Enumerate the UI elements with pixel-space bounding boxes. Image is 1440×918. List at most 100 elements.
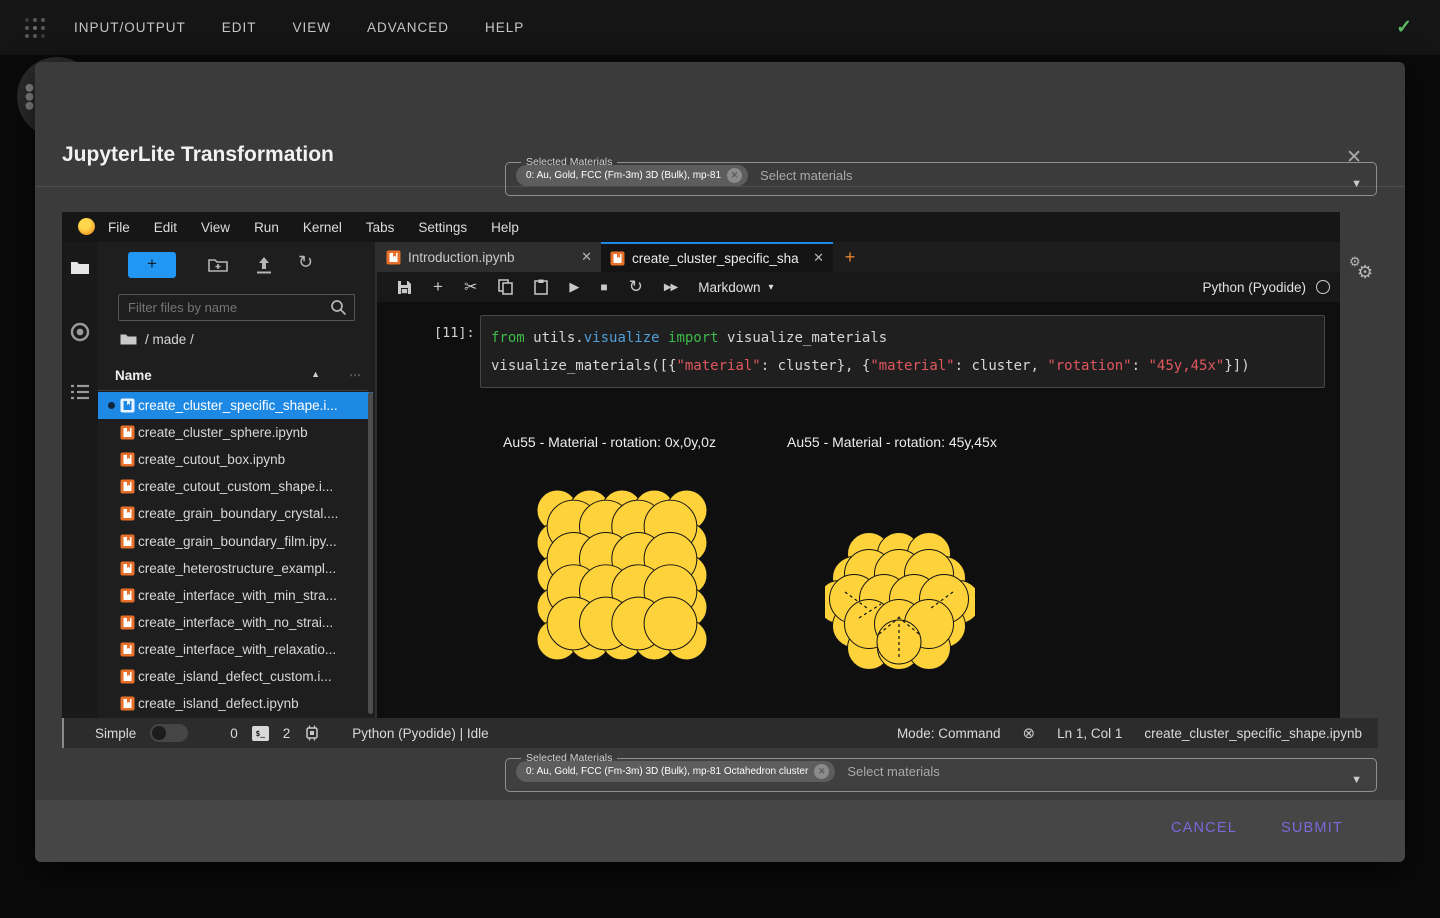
restart-run-all-icon[interactable]: ▶▶ (664, 282, 677, 293)
cell-type-select[interactable]: Markdown ▾ (698, 280, 773, 295)
notebook-file-icon (120, 561, 135, 576)
file-row[interactable]: create_grain_boundary_crystal.... (98, 500, 373, 527)
submit-button[interactable]: SUBMIT (1281, 820, 1343, 836)
add-cell-icon[interactable]: + (433, 277, 443, 297)
code-token: utils. (525, 330, 584, 346)
file-row[interactable]: create_island_defect.ipynb (98, 690, 373, 717)
file-name: create_island_defect_custom.i... (138, 669, 332, 684)
refresh-icon[interactable]: ↻ (298, 252, 313, 273)
chip-delete-icon[interactable]: ✕ (814, 764, 829, 779)
sort-caret-icon[interactable]: ▲ (311, 369, 320, 379)
header-more-icon[interactable]: ⋯ (349, 368, 362, 382)
menu-input-output[interactable]: INPUT/OUTPUT (74, 20, 186, 35)
output-materials-field[interactable]: Selected Materials 0: Au, Gold, FCC (Fm-… (505, 752, 1377, 792)
kernel-chip-icon (304, 725, 320, 741)
simple-mode-toggle[interactable] (150, 724, 188, 742)
running-dot-icon (108, 402, 115, 409)
filebrowser-scrollbar[interactable] (368, 392, 373, 714)
jl-menu-edit[interactable]: Edit (154, 220, 177, 235)
file-list-header[interactable]: Name ▲ ⋯ (98, 364, 368, 391)
file-row[interactable]: create_island_defect_custom.i... (98, 663, 373, 690)
kernels-count[interactable]: 2 (283, 726, 291, 741)
simple-mode-label: Simple (95, 726, 136, 741)
new-folder-icon[interactable] (208, 255, 228, 275)
file-row[interactable]: create_cutout_custom_shape.i... (98, 473, 373, 500)
file-row[interactable]: create_cutout_box.ipynb (98, 446, 373, 473)
sidebar-tab-strip (62, 242, 98, 718)
file-row[interactable]: create_grain_boundary_film.ipy... (98, 527, 373, 554)
notebook-file-icon (120, 534, 135, 549)
code-cell[interactable]: from utils.visualize import visualize_ma… (480, 315, 1325, 388)
kernel-name[interactable]: Python (Pyodide) (1202, 280, 1306, 295)
breadcrumb[interactable]: / made / (120, 332, 194, 347)
run-cell-icon[interactable]: ▶ (569, 279, 579, 295)
input-materials-field[interactable]: Selected Materials 0: Au, Gold, FCC (Fm-… (505, 156, 1377, 196)
breadcrumb-path: / made / (145, 332, 194, 347)
filter-files-input[interactable] (118, 294, 355, 321)
paste-cell-icon[interactable] (534, 279, 548, 295)
notebook-content[interactable]: [11]: from utils.visualize import visual… (377, 302, 1340, 718)
file-name: create_interface_with_relaxatio... (138, 642, 336, 657)
terminals-count[interactable]: 0 (230, 726, 238, 741)
au55-cluster-rotated-view (825, 528, 975, 670)
upload-icon[interactable] (255, 255, 273, 275)
jl-menu-settings[interactable]: Settings (418, 220, 467, 235)
file-name: create_interface_with_min_stra... (138, 588, 337, 603)
file-row[interactable]: create_cluster_specific_shape.i... (98, 392, 373, 419)
check-icon[interactable]: ✓ (1396, 16, 1412, 39)
app-logo-icon[interactable] (24, 17, 46, 39)
input-dropdown-caret-icon[interactable]: ▼ (1351, 178, 1362, 190)
file-row[interactable]: create_interface_with_relaxatio... (98, 636, 373, 663)
output-dropdown-caret-icon[interactable]: ▼ (1351, 774, 1362, 786)
copy-cell-icon[interactable] (498, 279, 513, 295)
menu-view[interactable]: VIEW (293, 20, 332, 35)
new-launcher-button[interactable]: + (128, 252, 176, 278)
kernel-status-icon[interactable] (1316, 280, 1330, 294)
cut-cell-icon[interactable]: ✂ (464, 277, 477, 297)
notebook-file-icon (120, 452, 135, 467)
notebook-file-icon (120, 398, 135, 413)
save-icon[interactable] (397, 280, 412, 295)
folder-tab-icon[interactable] (70, 258, 90, 278)
jl-menu-help[interactable]: Help (491, 220, 519, 235)
code-token: visualize_materials (719, 330, 888, 346)
jl-menu-run[interactable]: Run (254, 220, 279, 235)
input-material-chip[interactable]: 0: Au, Gold, FCC (Fm-3m) 3D (Bulk), mp-8… (516, 165, 748, 186)
chip-delete-icon[interactable]: ✕ (727, 168, 742, 183)
file-row[interactable]: create_cluster_sphere.ipynb (98, 419, 373, 446)
menu-help[interactable]: HELP (485, 20, 524, 35)
tab-close-icon[interactable]: ✕ (581, 249, 592, 265)
output-material-chip[interactable]: 0: Au, Gold, FCC (Fm-3m) 3D (Bulk), mp-8… (516, 761, 835, 782)
dialog-footer: CANCEL SUBMIT (35, 800, 1405, 862)
terminal-icon: $_ (252, 726, 269, 741)
output-caption-2: Au55 - Material - rotation: 45y,45x (787, 434, 997, 450)
file-row[interactable]: create_interface_with_no_strai... (98, 609, 373, 636)
file-name: create_grain_boundary_film.ipy... (138, 534, 337, 549)
stop-kernel-icon[interactable]: ■ (600, 280, 607, 294)
toc-tab-icon[interactable] (70, 382, 90, 402)
menu-edit[interactable]: EDIT (222, 20, 257, 35)
jl-menu-kernel[interactable]: Kernel (303, 220, 342, 235)
celltype-caret-icon: ▾ (769, 282, 774, 293)
restart-kernel-icon[interactable]: ↻ (629, 277, 643, 297)
kernel-status-text[interactable]: Python (Pyodide) | Idle (352, 726, 488, 741)
home-folder-icon (120, 332, 137, 347)
tab-close-icon[interactable]: ✕ (813, 250, 824, 266)
file-row[interactable]: create_interface_with_min_stra... (98, 582, 373, 609)
tab-introduction[interactable]: Introduction.ipynb ✕ (377, 242, 601, 272)
screen: INPUT/OUTPUT EDIT VIEW ADVANCED HELP ✓ ⦁… (0, 0, 1440, 918)
jl-menu-tabs[interactable]: Tabs (366, 220, 395, 235)
tab-label: create_cluster_specific_sha (632, 251, 806, 266)
jl-menu-view[interactable]: View (201, 220, 230, 235)
code-token: "material" (870, 358, 954, 374)
code-token: from (491, 330, 525, 346)
cursor-position[interactable]: Ln 1, Col 1 (1057, 726, 1122, 741)
running-sessions-icon[interactable] (70, 322, 90, 342)
trust-shield-icon[interactable]: ⊗ (1022, 724, 1035, 742)
jl-menu-file[interactable]: File (108, 220, 130, 235)
cancel-button[interactable]: CANCEL (1171, 820, 1237, 836)
menu-advanced[interactable]: ADVANCED (367, 20, 449, 35)
add-tab-icon[interactable]: + (833, 242, 867, 272)
file-row[interactable]: create_heterostructure_exampl... (98, 555, 373, 582)
tab-create-cluster-specific-shape[interactable]: create_cluster_specific_sha ✕ (601, 242, 833, 272)
